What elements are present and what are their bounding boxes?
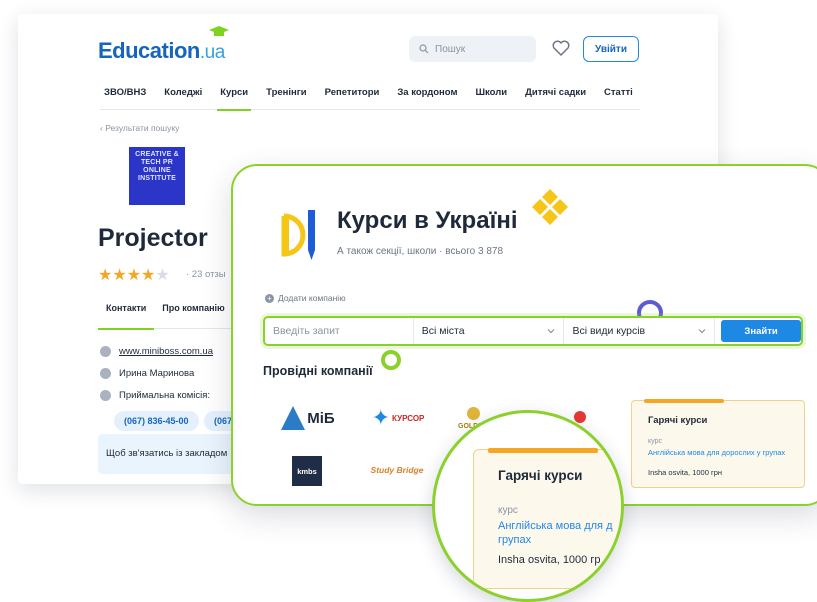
reviews-count[interactable]: · 23 отзы bbox=[186, 269, 226, 280]
decor-ring-green bbox=[381, 350, 401, 370]
zoomed-card-kind: курс bbox=[498, 505, 518, 516]
kursor-label: КУРСОР bbox=[392, 413, 425, 423]
login-button[interactable]: Увійти bbox=[583, 36, 639, 62]
graduation-cap-icon bbox=[208, 26, 229, 36]
kind-select-value: Всі види курсів bbox=[572, 325, 646, 337]
zoomed-card-price: Insha osvita, 1000 гр bbox=[498, 554, 601, 566]
phone-chip[interactable]: (067) 836-45-00 bbox=[114, 411, 199, 431]
pencil-logo-icon bbox=[281, 210, 315, 260]
emblem-icon bbox=[574, 410, 586, 423]
nav-item-schools[interactable]: Школи bbox=[467, 86, 517, 110]
plus-icon: + bbox=[265, 293, 274, 303]
nav-item-tutors[interactable]: Репетитори bbox=[316, 86, 389, 110]
ornament-icon bbox=[532, 189, 568, 225]
zoomed-card-accent bbox=[488, 448, 598, 453]
website-link[interactable]: www.miniboss.com.ua bbox=[119, 346, 213, 357]
hot-course-card[interactable]: Гарячі курси курс Англійська мова для до… bbox=[631, 399, 805, 488]
rating-stars: ★★★★★ bbox=[98, 267, 170, 284]
star-icon: ✦ bbox=[371, 405, 391, 430]
course-kind-select[interactable]: Всі види курсів bbox=[564, 318, 716, 344]
chevron-down-icon bbox=[548, 329, 555, 334]
magnifier-lens: Гарячі курси курс Англійська мова для д … bbox=[432, 410, 624, 602]
contact-row: Ирина Маринова bbox=[100, 368, 194, 379]
nav-item-colleges[interactable]: Коледжі bbox=[155, 86, 211, 110]
website-row: www.miniboss.com.ua bbox=[100, 346, 213, 357]
user-icon bbox=[100, 368, 111, 379]
query-input[interactable]: Введіть запит bbox=[265, 318, 414, 344]
logo-suffix: .ua bbox=[199, 42, 225, 63]
phone-icon bbox=[100, 390, 111, 401]
main-nav: ЗВО/ВНЗ Коледжі Курси Тренінги Репетитор… bbox=[100, 86, 642, 111]
hot-card-link[interactable]: Англійська мова для дорослих у групах bbox=[648, 448, 788, 457]
search-icon bbox=[419, 44, 429, 54]
globe-icon bbox=[100, 346, 111, 357]
logo-text: Education bbox=[98, 38, 200, 63]
city-select[interactable]: Всі міста bbox=[414, 318, 565, 344]
leaders-heading: Провідні компанії bbox=[263, 364, 373, 378]
add-company-link[interactable]: + Додати компанію bbox=[265, 293, 346, 303]
company-logo-studybridge[interactable]: Study Bridge bbox=[365, 458, 429, 482]
zoomed-card-heading: Гарячі курси bbox=[498, 468, 583, 483]
company-logo-kmbs[interactable]: kmbs bbox=[292, 456, 322, 486]
courses-subtitle: А також секції, школи · всього 3 878 bbox=[337, 246, 504, 257]
zoomed-card-link: Англійська мова для д групах bbox=[498, 520, 613, 546]
hot-card-heading: Гарячі курси bbox=[648, 415, 708, 426]
heart-icon[interactable] bbox=[551, 38, 571, 58]
hot-card-accent bbox=[644, 399, 724, 403]
nav-item-kindergartens[interactable]: Дитячі садки bbox=[516, 86, 595, 110]
hot-card-kind: курс bbox=[648, 438, 662, 445]
breadcrumb[interactable]: ‹ Результати пошуку bbox=[100, 123, 179, 133]
contact-person: Ирина Маринова bbox=[119, 368, 195, 379]
nav-item-universities[interactable]: ЗВО/ВНЗ bbox=[100, 86, 155, 110]
company-name: Projector bbox=[98, 224, 208, 252]
course-search-bar: Введіть запит Всі міста Всі види курсів … bbox=[263, 316, 803, 346]
coin-icon bbox=[466, 406, 480, 420]
find-button[interactable]: Знайти bbox=[721, 320, 801, 342]
hot-card-price: Insha osvita, 1000 грн bbox=[648, 468, 723, 477]
company-logo: CREATIVE & TECH PR ONLINE INSTITUTE bbox=[129, 147, 185, 205]
search-placeholder: Пошук bbox=[435, 43, 466, 55]
commission-row: Приймальна комісія: bbox=[100, 390, 210, 401]
add-company-label: Додати компанію bbox=[278, 293, 346, 303]
mib-label: МіБ bbox=[307, 409, 335, 427]
company-logo-kursor[interactable]: ✦ КУРСОР bbox=[365, 400, 431, 436]
tab-contacts[interactable]: Контакти bbox=[98, 303, 155, 330]
city-select-value: Всі міста bbox=[421, 325, 465, 337]
nav-item-articles[interactable]: Статті bbox=[595, 86, 642, 110]
nav-item-trainings[interactable]: Тренінги bbox=[257, 86, 315, 110]
site-logo[interactable]: Education.ua bbox=[98, 26, 229, 64]
nav-item-abroad[interactable]: За кордоном bbox=[388, 86, 466, 110]
triangle-icon bbox=[281, 406, 306, 430]
courses-title: Курси в Україні bbox=[337, 207, 518, 234]
site-search-input[interactable]: Пошук bbox=[409, 36, 536, 62]
company-logo-mib[interactable]: МіБ bbox=[277, 400, 339, 436]
commission-label: Приймальна комісія: bbox=[119, 390, 211, 401]
chevron-down-icon bbox=[698, 329, 706, 334]
tab-about[interactable]: Про компанію bbox=[154, 303, 232, 329]
zoomed-hot-course-card: Гарячі курси курс Англійська мова для д … bbox=[473, 448, 621, 589]
nav-item-courses[interactable]: Курси bbox=[211, 86, 257, 111]
